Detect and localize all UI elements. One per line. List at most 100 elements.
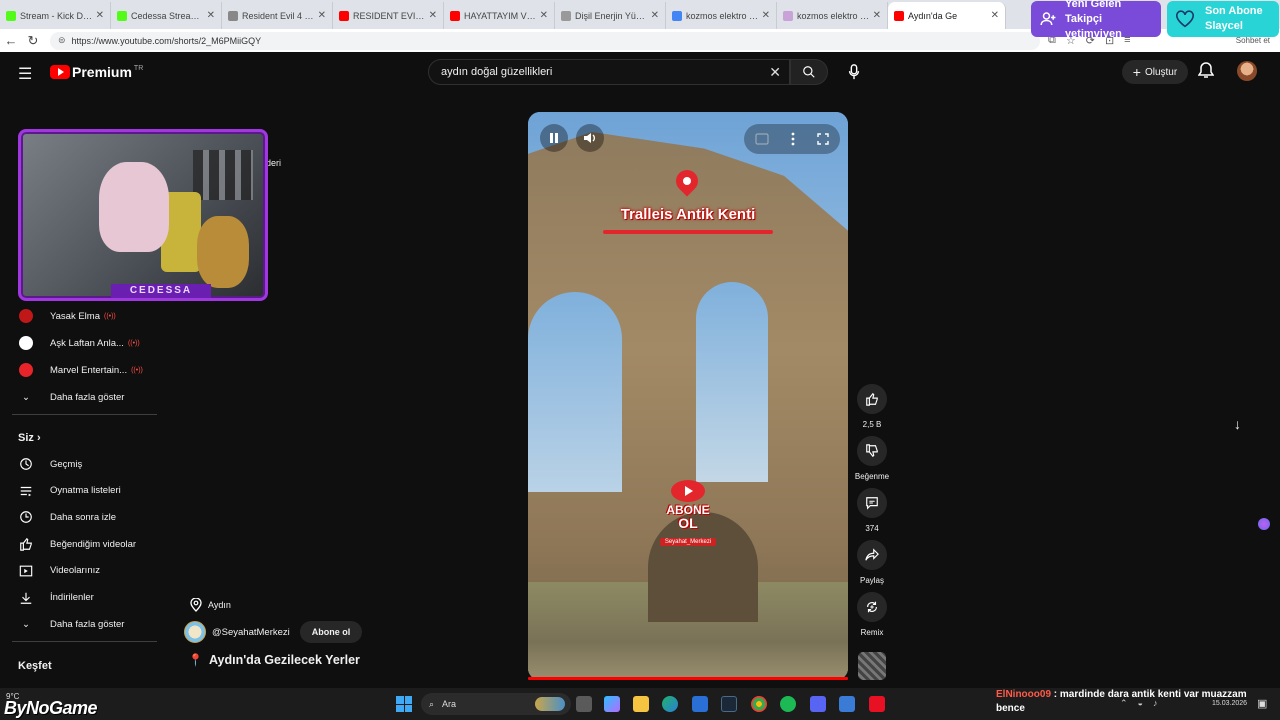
channel-avatar-image <box>19 336 33 350</box>
sidebar-item-label: Videolarınız <box>50 565 100 577</box>
tab-close-icon[interactable]: ✕ <box>429 10 437 21</box>
video-progress-bar[interactable] <box>528 677 848 680</box>
sidebar-item[interactable]: Geçmiş <box>18 454 158 474</box>
steam-icon[interactable] <box>721 696 737 712</box>
fullscreen-icon[interactable] <box>817 133 829 145</box>
channel-avatar[interactable] <box>184 621 206 643</box>
subscribe-sticker: ABONE OL Seyahat_Merkezi <box>660 480 716 546</box>
back-arrow-icon[interactable]: ← <box>0 33 22 48</box>
comments-action[interactable]: 374 <box>855 488 889 533</box>
subscription-item[interactable]: Aşk Laftan Anla... ((•)) <box>18 333 158 353</box>
volume-button[interactable] <box>576 124 604 152</box>
tab-title: Cedessa Stream - W <box>131 10 204 21</box>
captions-icon[interactable] <box>755 133 769 145</box>
show-more-subscriptions[interactable]: ⌄ Daha fazla göster <box>18 387 158 407</box>
task-view-icon[interactable] <box>576 696 592 712</box>
browser-tab[interactable]: Aydın'da Ge ✕ <box>888 2 1006 29</box>
show-more-you[interactable]: ⌄ Daha fazla göster <box>18 614 158 634</box>
comments-button[interactable] <box>857 488 887 518</box>
tab-close-icon[interactable]: ✕ <box>762 10 770 21</box>
edge-icon[interactable] <box>662 696 678 712</box>
remix-button[interactable] <box>857 592 887 622</box>
more-options-icon[interactable] <box>791 132 795 146</box>
recording-app-icon[interactable] <box>869 696 885 712</box>
account-avatar[interactable] <box>1237 61 1257 81</box>
browser-tab[interactable]: Stream - Kick Dashbo✕ <box>0 2 111 29</box>
browser-tab[interactable]: Dişil Enerjin Yüksek ✕ <box>555 2 666 29</box>
dislike-action[interactable]: Beğenme <box>855 436 889 481</box>
location-tag[interactable]: Aydın <box>190 598 231 612</box>
tab-close-icon[interactable]: ✕ <box>96 10 104 21</box>
logo-text: Premium <box>72 64 132 80</box>
webcam-overlay: CEDESSA <box>18 129 268 301</box>
subscribe-button[interactable]: Abone ol <box>299 621 363 643</box>
explore-heading: Keşfet <box>18 660 52 672</box>
share-action[interactable]: Paylaş <box>855 540 889 585</box>
reload-icon[interactable]: ↻ <box>22 33 44 49</box>
tab-close-icon[interactable]: ✕ <box>540 10 548 21</box>
create-button[interactable]: + Oluştur <box>1122 60 1188 84</box>
tab-title: kozmos elektro gita <box>686 10 759 21</box>
browser-tab[interactable]: Cedessa Stream - W✕ <box>111 2 222 29</box>
remix-action[interactable]: Remix <box>855 592 889 637</box>
store-icon[interactable] <box>692 696 708 712</box>
subscription-item[interactable]: Marvel Entertain... ((•)) <box>18 360 158 380</box>
tab-close-icon[interactable]: ✕ <box>873 10 881 21</box>
subscription-item[interactable]: Yasak Elma ((•)) <box>18 306 158 326</box>
sidebar-item-label: Oynatma listeleri <box>50 485 121 497</box>
extension-bubble-icon[interactable] <box>1258 518 1270 530</box>
browser-tab[interactable]: kozmos elektro gita ✕ <box>666 2 777 29</box>
discord-icon[interactable] <box>810 696 826 712</box>
browser-tab[interactable]: Resident Evil 4 Rem✕ <box>222 2 333 29</box>
file-explorer-icon[interactable] <box>633 696 649 712</box>
you-section-heading[interactable]: Siz › <box>18 432 41 444</box>
like-button[interactable] <box>857 384 887 414</box>
search-button[interactable] <box>790 59 828 85</box>
url-field[interactable]: ⊜ https://www.youtube.com/shorts/2_M6PMii… <box>50 31 1040 50</box>
tab-close-icon[interactable]: ✕ <box>318 10 326 21</box>
brown-teddy-bear <box>197 216 249 288</box>
copilot-icon[interactable] <box>604 696 620 712</box>
chrome-icon[interactable] <box>751 696 767 712</box>
browser-tab[interactable]: HAYATTAYIM VLOG✕ <box>444 2 555 29</box>
sidebar-item[interactable]: Daha sonra izle <box>18 507 158 527</box>
taskbar-search[interactable]: ⌕ Ara <box>421 693 571 715</box>
channel-name[interactable]: @SeyahatMerkezi <box>212 627 290 638</box>
subscription-label: Yasak Elma <box>50 310 100 322</box>
sidebar-item[interactable]: Oynatma listeleri <box>18 481 158 501</box>
browser-tab[interactable]: kozmos elektro gita ✕ <box>777 2 888 29</box>
remix-label: Remix <box>860 628 884 637</box>
hamburger-menu-icon[interactable]: ☰ <box>18 64 32 84</box>
sidebar-item[interactable]: Beğendiğim videolar <box>18 534 158 554</box>
voice-search-button[interactable] <box>843 61 865 83</box>
short-video-player[interactable]: Tralleis Antik Kenti ABONE OL Seyahat_Me… <box>528 112 848 680</box>
next-short-arrow-icon[interactable]: ↓ <box>1234 416 1241 432</box>
tab-title: HAYATTAYIM VLOG <box>464 10 537 21</box>
site-info-icon[interactable]: ⊜ <box>58 35 66 46</box>
sidebar-item[interactable]: Videolarınız <box>18 561 158 581</box>
search-input[interactable]: aydın doğal güzellikleri ✕ <box>428 59 790 85</box>
like-action[interactable]: 2,5 B <box>855 384 889 429</box>
search-icon: ⌕ <box>429 698 435 709</box>
chat-label[interactable]: Sohbet et <box>1236 36 1270 45</box>
tab-title: Stream - Kick Dashbo <box>20 10 93 21</box>
app-icon[interactable] <box>839 696 855 712</box>
browser-tab[interactable]: RESIDENT EVIL 4 RE✕ <box>333 2 444 29</box>
notifications-button[interactable] <box>1197 61 1218 83</box>
sidebar-item[interactable]: İndirilenler <box>18 588 158 608</box>
tab-close-icon[interactable]: ✕ <box>651 10 659 21</box>
spotify-icon[interactable] <box>780 696 796 712</box>
dislike-button[interactable] <box>857 436 887 466</box>
tab-close-icon[interactable]: ✕ <box>207 10 215 21</box>
youtube-premium-logo[interactable]: Premium TR <box>50 64 143 80</box>
tab-title: kozmos elektro gita <box>797 10 870 21</box>
share-button[interactable] <box>857 540 887 570</box>
clear-search-icon[interactable]: ✕ <box>769 64 781 81</box>
pause-button[interactable] <box>540 124 568 152</box>
audio-source-thumbnail[interactable] <box>858 652 886 680</box>
notification-center-icon[interactable]: ▣ <box>1257 697 1267 710</box>
chevron-down-icon: ⌄ <box>22 391 30 403</box>
follower-alert-name: yetimyiyen <box>1064 27 1122 40</box>
tab-close-icon[interactable]: ✕ <box>991 10 999 21</box>
windows-start-icon[interactable] <box>396 696 412 712</box>
